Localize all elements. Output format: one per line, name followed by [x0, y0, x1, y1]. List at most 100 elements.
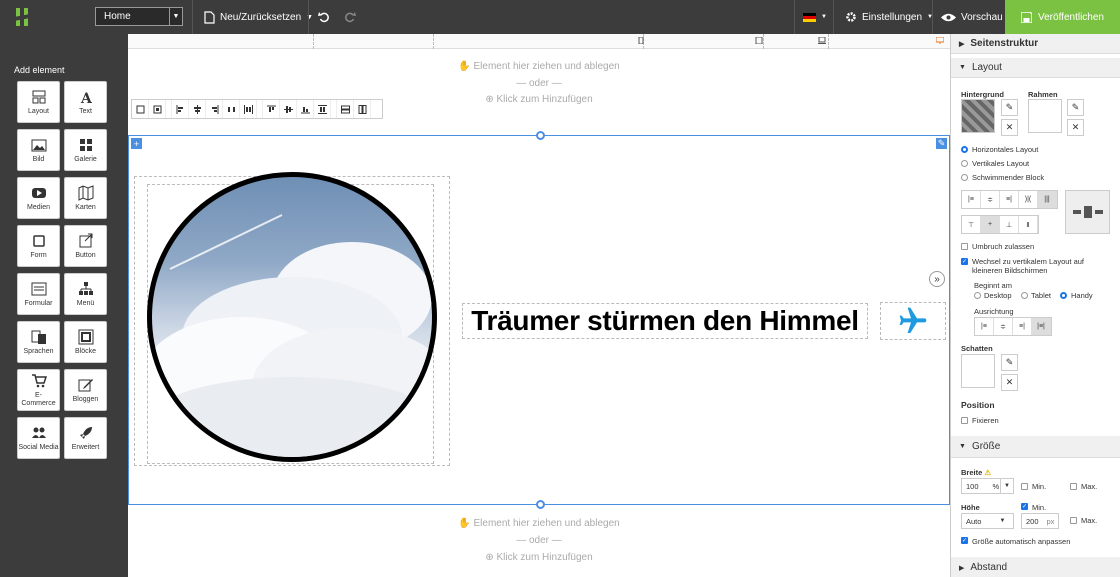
add-cart-tile[interactable]: E-Commerce	[17, 369, 60, 411]
background-swatch[interactable]	[961, 99, 995, 133]
shadow-swatch[interactable]	[961, 354, 995, 388]
drop-zone-top[interactable]: ✋ Element hier ziehen und ablegen	[128, 61, 950, 72]
edit-shadow-button[interactable]: ✎	[1001, 354, 1018, 371]
frame-swatch[interactable]	[1028, 99, 1062, 133]
fix-checkbox[interactable]	[961, 417, 968, 424]
align-middle-button[interactable]: +	[981, 216, 1000, 233]
add-blog-tile[interactable]: Bloggen	[64, 369, 107, 411]
width-input[interactable]: 100%	[961, 478, 1001, 494]
undo-button[interactable]	[318, 0, 330, 34]
align-left-button[interactable]: |≡	[975, 318, 994, 335]
align-center-button[interactable]: ≑	[981, 191, 1000, 208]
align-top-button[interactable]	[263, 100, 280, 118]
align-right-button[interactable]: ≡|	[1000, 191, 1019, 208]
align-bottom-button[interactable]: ⊥	[1000, 216, 1019, 233]
height-min-checkbox[interactable]: ✓	[1021, 503, 1028, 510]
auto-fit-checkbox[interactable]: ✓	[961, 537, 968, 544]
add-social-tile[interactable]: Social Media	[17, 417, 60, 459]
add-map-tile[interactable]: Karten	[64, 177, 107, 219]
resize-handle-bottom[interactable]	[536, 500, 545, 509]
clear-shadow-button[interactable]: ✕	[1001, 374, 1018, 391]
settings-button[interactable]: Einstellungen ▼	[845, 0, 933, 34]
vertical-layout-button[interactable]	[337, 100, 354, 118]
align-center-button[interactable]	[189, 100, 206, 118]
horizontal-layout-button[interactable]	[354, 100, 371, 118]
align-top-button[interactable]: ⊤	[962, 216, 981, 233]
horizontal-layout-radio[interactable]	[961, 146, 968, 153]
wrap-checkbox[interactable]	[961, 243, 968, 250]
move-handle-icon[interactable]: +	[131, 138, 142, 149]
new-reset-button[interactable]: Neu/Zurücksetzen ▼	[204, 0, 313, 34]
add-formular-tile[interactable]: Formular	[17, 273, 60, 315]
add-menu-tile[interactable]: Menü	[64, 273, 107, 315]
gallery-icon	[79, 138, 92, 151]
align-right-button[interactable]: ≡|	[1013, 318, 1032, 335]
align-left-button[interactable]	[172, 100, 189, 118]
language-select[interactable]: ▼	[803, 0, 827, 34]
add-languages-tile[interactable]: Sprachen	[17, 321, 60, 363]
tablet-icon[interactable]	[755, 37, 763, 44]
tile-label: Karten	[75, 203, 96, 211]
floating-block-radio[interactable]	[961, 174, 968, 181]
add-button-tile[interactable]: Button	[64, 225, 107, 267]
align-bottom-button[interactable]	[297, 100, 314, 118]
width-unit-dropdown[interactable]: ▼	[1000, 478, 1014, 494]
add-media-tile[interactable]: Medien	[17, 177, 60, 219]
edit-frame-button[interactable]: ✎	[1067, 99, 1084, 116]
clear-background-button[interactable]: ✕	[1001, 119, 1018, 136]
width-max-checkbox[interactable]	[1070, 483, 1077, 490]
height-max-checkbox[interactable]	[1070, 517, 1077, 524]
align-right-button[interactable]	[206, 100, 223, 118]
spacing-section-header[interactable]: ▶ Abstand	[951, 557, 1120, 577]
plane-icon-box[interactable]	[880, 302, 946, 340]
stretch-button[interactable]: Ⅱ	[1019, 216, 1038, 233]
align-middle-button[interactable]	[280, 100, 297, 118]
min-height-input[interactable]: 200 px	[1021, 513, 1059, 529]
add-image-tile[interactable]: Bild	[17, 129, 60, 171]
edit-background-button[interactable]: ✎	[1001, 99, 1018, 116]
add-blocks-tile[interactable]: Blöcke	[64, 321, 107, 363]
mobile-icon[interactable]	[637, 37, 645, 44]
switch-vertical-checkbox[interactable]: ✓	[961, 258, 968, 265]
clear-frame-button[interactable]: ✕	[1067, 119, 1084, 136]
redo-button[interactable]	[344, 0, 356, 34]
edit-pencil-icon[interactable]: ✎	[936, 138, 947, 149]
publish-button[interactable]: Veröffentlichen	[1005, 0, 1120, 34]
laptop-icon[interactable]	[818, 37, 826, 44]
add-gallery-tile[interactable]: Galerie	[64, 129, 107, 171]
add-form-tile[interactable]: Form	[17, 225, 60, 267]
space-around-button[interactable]	[223, 100, 240, 118]
page-select[interactable]: Home ▼	[95, 7, 183, 26]
space-between-button[interactable]: |||	[1038, 191, 1057, 208]
phone-radio[interactable]	[1060, 292, 1067, 299]
size-section-header[interactable]: ▼ Größe	[951, 436, 1120, 458]
layout-type-button[interactable]	[149, 100, 166, 118]
justify-button[interactable]: |≡|	[1032, 318, 1051, 335]
sky-clouds-image[interactable]	[147, 172, 437, 462]
add-text-tile[interactable]: A Text	[64, 81, 107, 123]
blocks-icon	[78, 329, 93, 344]
plus-circle-icon: ⊕	[485, 94, 494, 105]
tablet-radio[interactable]	[1021, 292, 1028, 299]
add-rocket-tile[interactable]: Erweitert	[64, 417, 107, 459]
space-around-button[interactable]: )|(	[1019, 191, 1038, 208]
vertical-layout-radio[interactable]	[961, 160, 968, 167]
page-structure-header[interactable]: ▶ Seitenstruktur	[951, 34, 1120, 54]
stretch-button[interactable]	[314, 100, 331, 118]
drop-zone-bottom[interactable]: ✋ Element hier ziehen und ablegen	[128, 518, 950, 529]
add-layout-tile[interactable]: Layout	[17, 81, 60, 123]
align-center-button[interactable]: ≑	[994, 318, 1013, 335]
space-between-button[interactable]	[240, 100, 257, 118]
expand-panel-button[interactable]: »	[929, 271, 945, 287]
height-select[interactable]: Auto ▼	[961, 513, 1014, 529]
desktop-icon[interactable]	[936, 37, 944, 44]
preview-button[interactable]: Vorschau	[941, 0, 1003, 34]
align-left-button[interactable]: |≡	[962, 191, 981, 208]
click-to-add-bottom[interactable]: ⊕ Klick zum Hinzufügen	[128, 552, 950, 563]
width-min-checkbox[interactable]	[1021, 483, 1028, 490]
desktop-radio[interactable]	[974, 292, 981, 299]
layout-section-header[interactable]: ▼ Layout	[951, 58, 1120, 78]
hero-heading[interactable]: Träumer stürmen den Himmel	[462, 303, 868, 339]
layout-type-button[interactable]	[132, 100, 149, 118]
resize-handle-top[interactable]	[536, 131, 545, 140]
